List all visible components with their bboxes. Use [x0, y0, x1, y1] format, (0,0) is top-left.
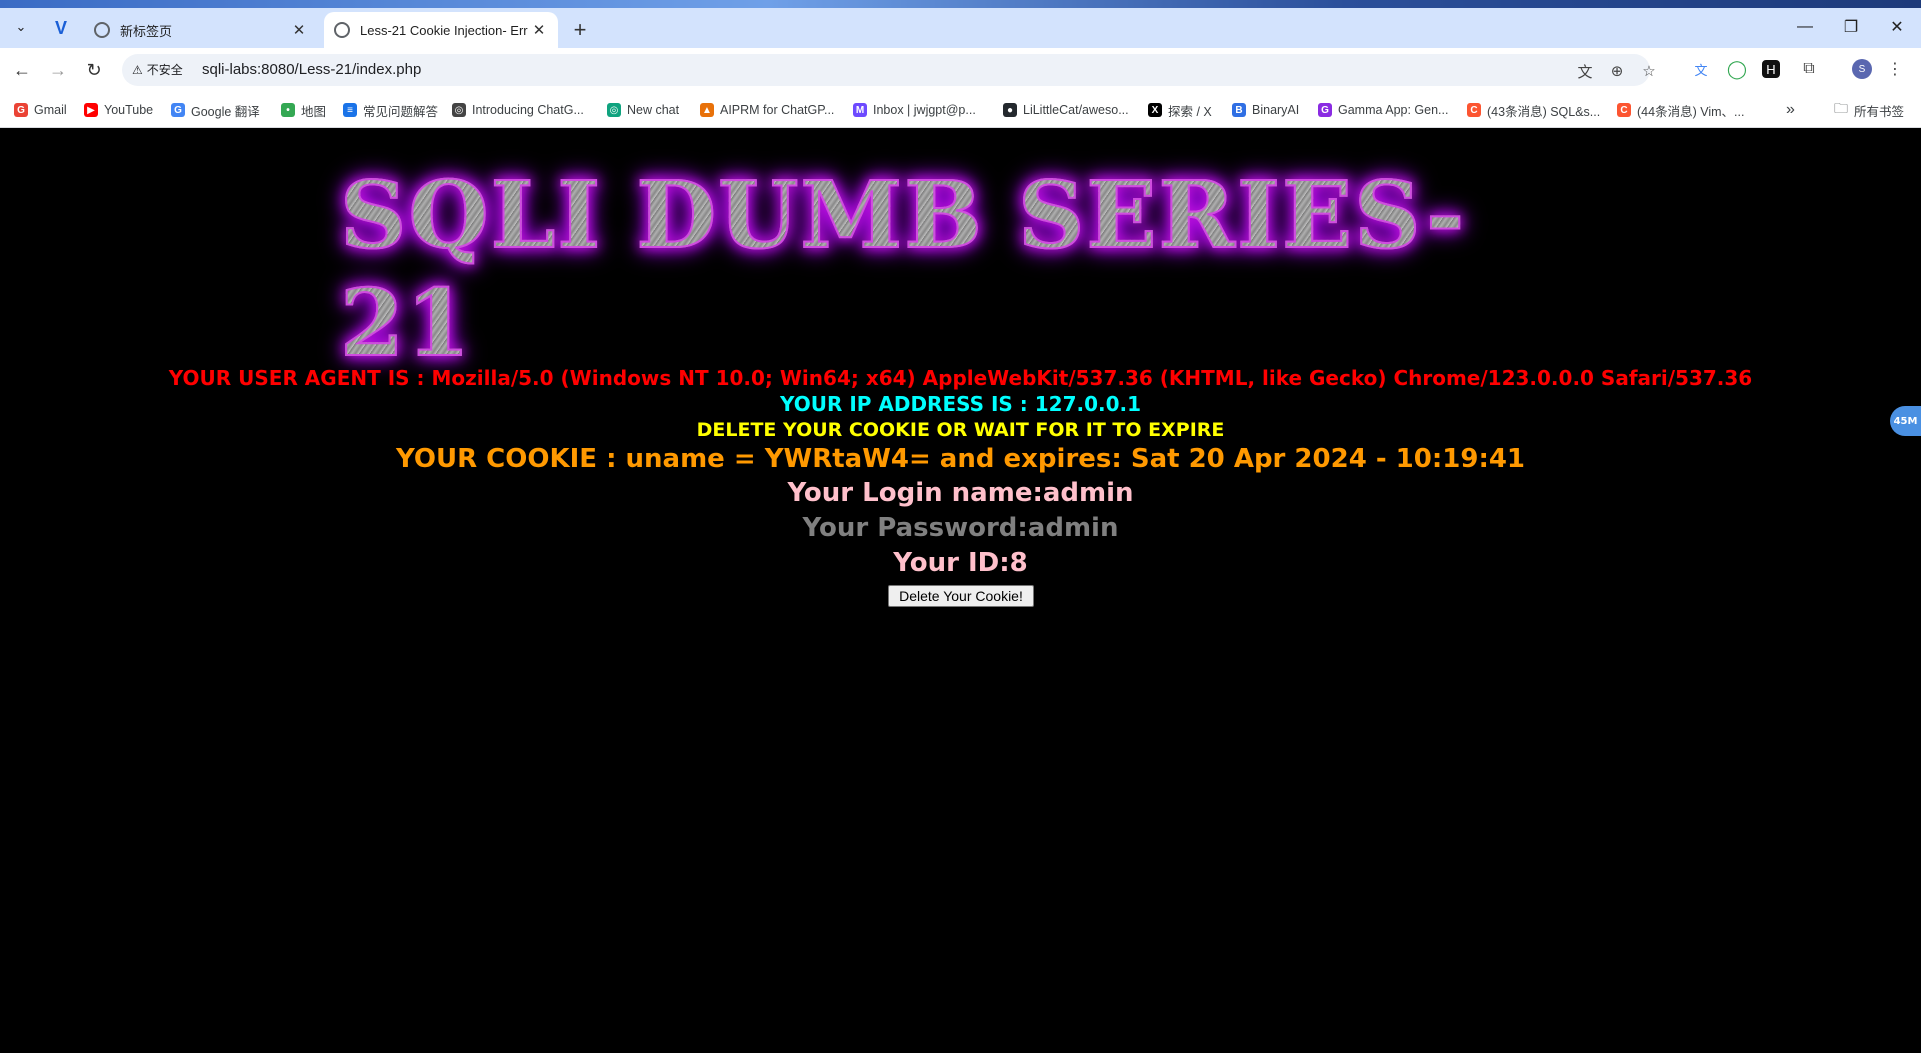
- delete-cookie-notice: DELETE YOUR COOKIE OR WAIT FOR IT TO EXP…: [696, 419, 1225, 441]
- security-label: 不安全: [146, 63, 183, 77]
- openai-icon: ◎: [452, 103, 466, 117]
- csdn-icon: C: [1617, 103, 1631, 117]
- forward-arrow-icon[interactable]: →: [44, 56, 72, 84]
- pinned-tab-v-icon[interactable]: V: [46, 14, 76, 42]
- menu-kebab-icon[interactable]: ⋮: [1884, 58, 1906, 80]
- more-bookmarks-chevron-icon[interactable]: »: [1786, 100, 1795, 120]
- bookmarks-bar: G Gmail ▶ YouTube G Google 翻译 • 地图 ≡ 常见问题解答 ◎…: [0, 92, 1921, 128]
- user-agent-line: YOUR USER AGENT IS : Mozilla/5.0 (Window…: [168, 366, 1753, 390]
- translate-icon[interactable]: 文: [1574, 60, 1596, 82]
- window-close-icon[interactable]: ✕: [1877, 14, 1917, 40]
- youtube-icon: ▶: [84, 103, 98, 117]
- cookie-line: YOUR COOKIE : uname = YWRtaW4= and expir…: [395, 444, 1526, 474]
- password-line: Your Password:admin: [802, 513, 1119, 543]
- all-bookmarks-folder[interactable]: 🗀 所有书签: [1834, 100, 1904, 120]
- translate-extension-icon[interactable]: 文: [1690, 58, 1712, 80]
- delete-cookie-button[interactable]: Delete Your Cookie!: [888, 585, 1034, 607]
- tab-title: Less-21 Cookie Injection- Err: [360, 22, 528, 38]
- url-text[interactable]: sqli-labs:8080/Less-21/index.php: [202, 61, 421, 78]
- bookmark-introducing-chatgpt[interactable]: ◎ Introducing ChatG...: [452, 100, 584, 120]
- back-arrow-icon[interactable]: ←: [8, 56, 36, 84]
- bookmark-inbox[interactable]: M Inbox | jwjgpt@p...: [853, 100, 976, 120]
- close-icon[interactable]: ✕: [530, 21, 548, 39]
- floating-speed-badge[interactable]: 45M: [1890, 406, 1921, 436]
- login-name-line: Your Login name:admin: [787, 478, 1134, 508]
- address-bar[interactable]: ⚠ 不安全 sqli-labs:8080/Less-21/index.php 文…: [122, 54, 1656, 86]
- ip-address-line: YOUR IP ADDRESS IS : 127.0.0.1: [779, 392, 1142, 416]
- tab-search-chevron-icon[interactable]: ⌄: [8, 14, 34, 40]
- binaryai-icon: B: [1232, 103, 1246, 117]
- doc-icon: ≡: [343, 103, 357, 117]
- globe-icon: [334, 22, 350, 38]
- proton-icon: M: [853, 103, 867, 117]
- bookmark-star-icon[interactable]: ☆: [1638, 60, 1660, 82]
- chatgpt-icon: ◎: [607, 103, 621, 117]
- bookmark-aiprm[interactable]: ▲ AIPRM for ChatGP...: [700, 100, 834, 120]
- zoom-icon[interactable]: ⊕: [1606, 60, 1628, 82]
- page-content: SQLI DUMB SERIES-21 YOUR USER AGENT IS :…: [0, 128, 1921, 1053]
- bookmark-maps[interactable]: • 地图: [281, 100, 326, 120]
- bookmark-new-chat[interactable]: ◎ New chat: [607, 100, 679, 120]
- gmail-icon: G: [14, 103, 28, 117]
- new-tab-button[interactable]: +: [566, 16, 594, 44]
- close-icon[interactable]: ✕: [290, 21, 308, 39]
- reload-icon[interactable]: ↻: [80, 56, 108, 84]
- bookmark-gamma[interactable]: G Gamma App: Gen...: [1318, 100, 1448, 120]
- bookmark-gmail[interactable]: G Gmail: [14, 100, 67, 120]
- bookmark-csdn-vim[interactable]: C (44条消息) Vim、...: [1617, 100, 1744, 120]
- bookmark-faq[interactable]: ≡ 常见问题解答: [343, 100, 438, 120]
- bookmark-x[interactable]: X 探索 / X: [1148, 100, 1212, 120]
- system-taskbar-strip: [0, 0, 1921, 8]
- maps-icon: •: [281, 103, 295, 117]
- tab-strip: ⌄ V 新标签页 ✕ Less-21 Cookie Injection- Err…: [0, 0, 1921, 48]
- aiprm-icon: ▲: [700, 103, 714, 117]
- csdn-icon: C: [1467, 103, 1481, 117]
- x-icon: X: [1148, 103, 1162, 117]
- tab-less-21[interactable]: Less-21 Cookie Injection- Err ✕: [324, 12, 558, 48]
- restore-icon[interactable]: ❐: [1831, 14, 1871, 40]
- browser-toolbar: ← → ↻ ⚠ 不安全 sqli-labs:8080/Less-21/index…: [0, 48, 1921, 92]
- bookmark-youtube[interactable]: ▶ YouTube: [84, 100, 153, 120]
- banner-text: SQLI DUMB SERIES-21: [339, 160, 1580, 378]
- h-extension-icon[interactable]: H: [1762, 60, 1780, 78]
- warning-triangle-icon: ⚠: [132, 62, 143, 77]
- extensions-puzzle-icon[interactable]: ⧉: [1798, 58, 1820, 80]
- tab-new-tab[interactable]: 新标签页 ✕: [84, 12, 318, 48]
- gamma-icon: G: [1318, 103, 1332, 117]
- minimize-icon[interactable]: —: [1785, 14, 1825, 40]
- bookmark-github[interactable]: ● LiLittleCat/aweso...: [1003, 100, 1129, 120]
- translate-icon: G: [171, 103, 185, 117]
- folder-icon: 🗀: [1834, 100, 1848, 116]
- ring-extension-icon[interactable]: ◯: [1726, 58, 1748, 80]
- chrome-globe-icon: [94, 22, 110, 38]
- profile-avatar[interactable]: S: [1852, 59, 1872, 79]
- bookmark-csdn-sql[interactable]: C (43条消息) SQL&s...: [1467, 100, 1600, 120]
- tab-title: 新标签页: [120, 23, 173, 39]
- user-id-line: Your ID:8: [893, 548, 1028, 578]
- browser-chrome: ⌄ V 新标签页 ✕ Less-21 Cookie Injection- Err…: [0, 0, 1921, 128]
- sqli-dumb-series-banner: SQLI DUMB SERIES-21: [339, 160, 1580, 378]
- bookmark-google-translate[interactable]: G Google 翻译: [171, 100, 260, 120]
- security-chip[interactable]: ⚠ 不安全: [132, 61, 183, 78]
- github-icon: ●: [1003, 103, 1017, 117]
- bookmark-binaryai[interactable]: B BinaryAI: [1232, 100, 1299, 120]
